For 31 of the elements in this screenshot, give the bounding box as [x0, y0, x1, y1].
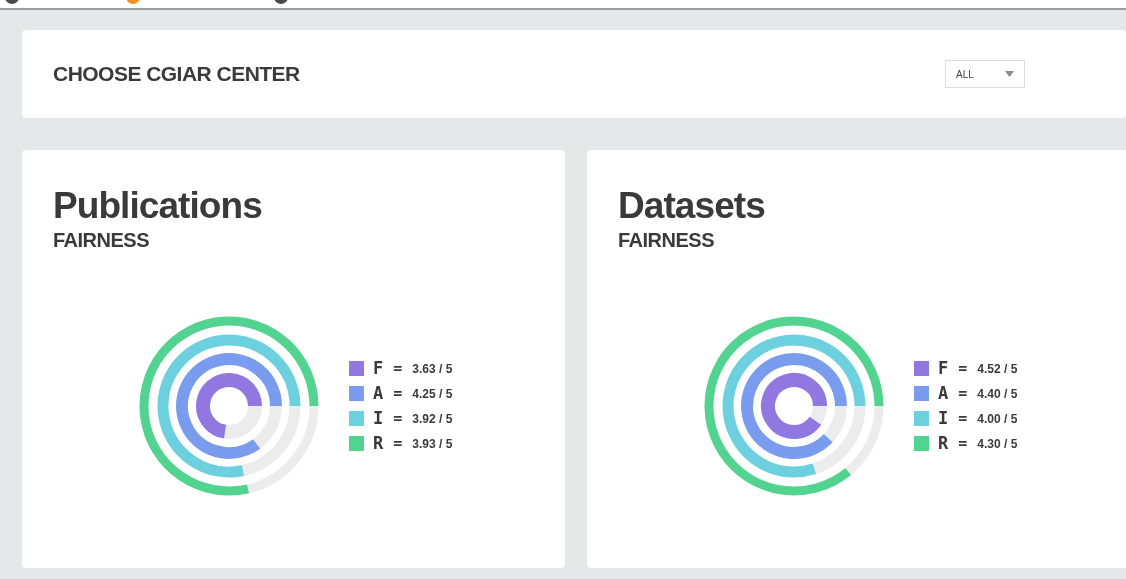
equals-sign: = — [958, 358, 968, 380]
legend-value: 4.52 / 5 — [977, 360, 1018, 378]
equals-sign: = — [393, 383, 403, 405]
equals-sign: = — [958, 408, 968, 430]
panel-subtitle: FAIRNESS — [618, 228, 715, 252]
legend-value: 3.63 / 5 — [412, 360, 453, 378]
panel-subtitle: FAIRNESS — [53, 228, 150, 252]
equals-sign: = — [958, 433, 968, 455]
panel-title: Datasets — [618, 184, 766, 228]
legend-letter: R — [938, 431, 949, 455]
equals-sign: = — [393, 433, 403, 455]
legend-letter: A — [373, 381, 384, 405]
panel-title: Publications — [53, 184, 263, 228]
legend-value: 4.00 / 5 — [977, 410, 1018, 428]
legend-value: 4.30 / 5 — [977, 435, 1018, 453]
legend-letter: R — [373, 431, 384, 455]
equals-sign: = — [393, 358, 403, 380]
legend-value: 4.25 / 5 — [412, 385, 453, 403]
legend-value: 4.40 / 5 — [977, 385, 1018, 403]
legend-letter: I — [373, 406, 384, 430]
equals-sign: = — [393, 408, 403, 430]
legend-value: 3.92 / 5 — [412, 410, 453, 428]
legend-letter: F — [938, 356, 949, 380]
legend-value: 3.93 / 5 — [412, 435, 453, 453]
center-select[interactable]: ALL — [945, 60, 1025, 88]
legend-letter: I — [938, 406, 949, 430]
legend-letter: A — [938, 381, 949, 405]
section-title: CHOOSE CGIAR CENTER — [53, 61, 300, 88]
equals-sign: = — [958, 383, 968, 405]
dropdown-arrow-icon — [1005, 71, 1014, 77]
legend-letter: F — [373, 356, 384, 380]
